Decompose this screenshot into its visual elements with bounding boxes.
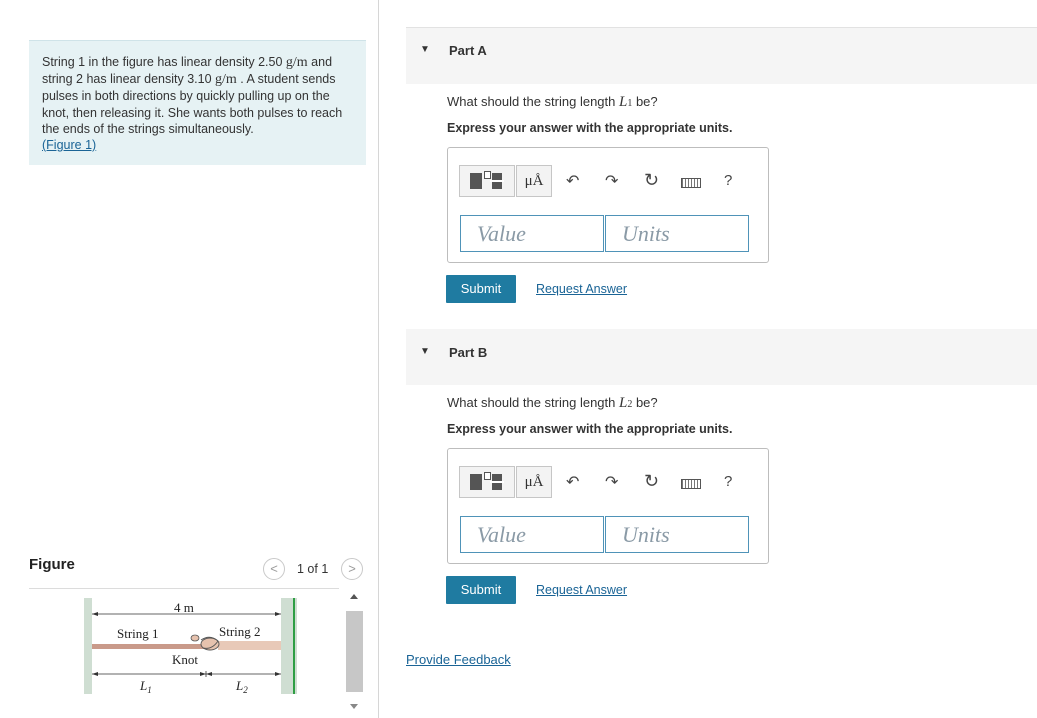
l1-label: L1 xyxy=(139,678,152,695)
knot-label: Knot xyxy=(172,652,198,667)
units-button-b[interactable]: μÅ xyxy=(516,466,552,498)
undo-icon[interactable]: ↶ xyxy=(566,472,579,492)
left-wall xyxy=(84,598,92,694)
part-a-request-answer-link[interactable]: Request Answer xyxy=(536,282,627,296)
keyboard-icon[interactable] xyxy=(681,178,701,188)
units-button[interactable]: μÅ xyxy=(516,165,552,197)
part-a-header[interactable] xyxy=(406,28,1037,84)
unit-1: g/m xyxy=(285,55,308,70)
figure-title: Figure xyxy=(29,556,75,573)
scroll-thumb[interactable] xyxy=(346,611,363,692)
reset-icon[interactable]: ↻ xyxy=(644,170,659,191)
help-icon[interactable]: ? xyxy=(724,473,732,490)
scroll-down-icon[interactable] xyxy=(350,704,358,709)
prev-figure-button[interactable]: < xyxy=(263,558,285,580)
part-a-value-input[interactable]: Value xyxy=(460,215,604,252)
redo-icon[interactable]: ↷ xyxy=(605,472,618,492)
template-button-b[interactable] xyxy=(459,466,515,498)
part-b-question: What should the string length L2 be? xyxy=(447,395,658,411)
string1-label: String 1 xyxy=(117,626,159,641)
undo-icon[interactable]: ↶ xyxy=(566,171,579,191)
distance-arrow-right-head xyxy=(275,612,281,616)
part-a-instruction: Express your answer with the appropriate… xyxy=(447,121,733,135)
part-a-submit-button[interactable]: Submit xyxy=(446,275,516,303)
collapse-b-icon[interactable]: ▼ xyxy=(420,346,430,357)
part-a-question: What should the string length L1 be? xyxy=(447,94,658,110)
provide-feedback-link[interactable]: Provide Feedback xyxy=(406,652,511,667)
part-a-label: Part A xyxy=(449,43,487,58)
string-2 xyxy=(218,641,281,650)
collapse-a-icon[interactable]: ▼ xyxy=(420,44,430,55)
part-b-units-input[interactable]: Units xyxy=(605,516,749,553)
figure-counter: 1 of 1 xyxy=(297,562,329,576)
string2-label: String 2 xyxy=(219,624,261,639)
distance-label: 4 m xyxy=(174,600,194,615)
distance-arrow-left-head xyxy=(92,612,98,616)
part-a-units-input[interactable]: Units xyxy=(605,215,749,252)
l2-arrow-left-head xyxy=(206,672,212,676)
l2-label: L2 xyxy=(235,678,248,695)
keyboard-icon[interactable] xyxy=(681,479,701,489)
figure-link[interactable]: (Figure 1) xyxy=(42,138,96,152)
part-b-instruction: Express your answer with the appropriate… xyxy=(447,422,733,436)
next-figure-button[interactable]: > xyxy=(341,558,363,580)
string-1 xyxy=(92,644,208,649)
l1-arrow-left-head xyxy=(92,672,98,676)
figure-divider xyxy=(29,588,339,589)
reset-icon[interactable]: ↻ xyxy=(644,471,659,492)
part-b-value-input[interactable]: Value xyxy=(460,516,604,553)
problem-statement: String 1 in the figure has linear densit… xyxy=(29,40,366,165)
string-figure: 4 m String 1 String 2 Knot L1 L2 xyxy=(84,598,297,695)
part-b-request-answer-link[interactable]: Request Answer xyxy=(536,583,627,597)
part-b-header[interactable] xyxy=(406,329,1037,385)
l1-arrow-right-head xyxy=(200,672,206,676)
column-divider xyxy=(378,0,379,718)
help-icon[interactable]: ? xyxy=(724,172,732,189)
part-b-submit-button[interactable]: Submit xyxy=(446,576,516,604)
template-button[interactable] xyxy=(459,165,515,197)
l2-arrow-right-head xyxy=(275,672,281,676)
scroll-up-icon[interactable] xyxy=(350,594,358,599)
redo-icon[interactable]: ↷ xyxy=(605,171,618,191)
part-b-label: Part B xyxy=(449,345,488,360)
problem-text-1: String 1 in the figure has linear densit… xyxy=(42,55,286,69)
unit-2: g/m xyxy=(215,72,237,88)
